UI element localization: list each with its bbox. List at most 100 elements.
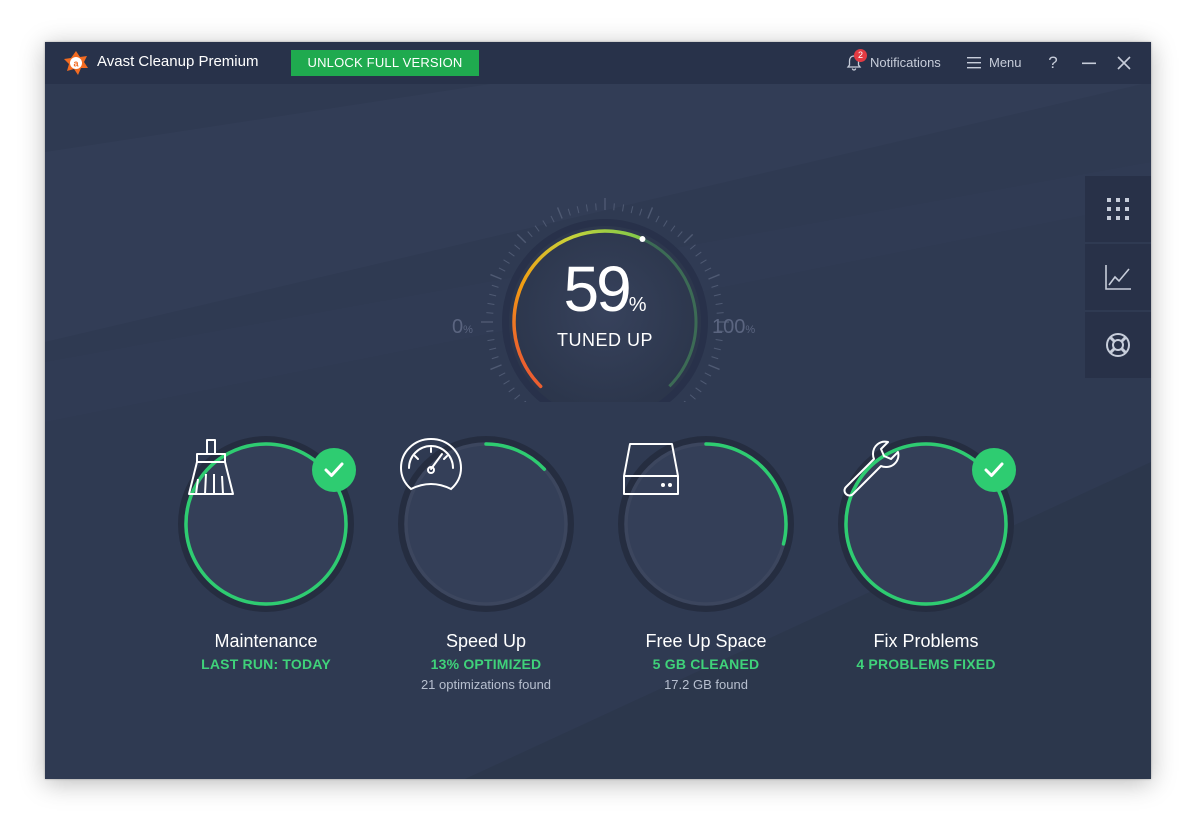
gauge-tick [487, 302, 495, 305]
minimize-icon [1082, 62, 1096, 65]
gauge-tick [695, 387, 702, 393]
hamburger-icon [967, 57, 981, 69]
gauge-tick [683, 233, 694, 244]
gauge-tick [713, 293, 721, 297]
avast-logo-icon: a [64, 51, 88, 75]
gauge-tick [715, 302, 723, 305]
card-detail: 17.2 GB found [664, 677, 748, 692]
gauge-tick [491, 284, 499, 288]
completed-check-badge [312, 448, 356, 492]
gauge-tick [647, 207, 654, 219]
gauge-tick [514, 244, 521, 250]
card-maintenance[interactable]: Maintenance LAST RUN: TODAY [156, 434, 376, 704]
card-status: 4 PROBLEMS FIXED [856, 656, 996, 672]
gauge-tick [630, 206, 634, 214]
gauge-tick [689, 244, 696, 250]
gauge-min-value: 0 [452, 316, 464, 338]
minimize-button[interactable] [1077, 51, 1101, 75]
gauge-tick [524, 400, 527, 402]
gauge-value: 59% [540, 254, 670, 340]
gauge-tick [508, 251, 515, 257]
gauge-tick [498, 372, 506, 377]
card-fix-problems[interactable]: Fix Problems 4 PROBLEMS FIXED [816, 434, 1036, 704]
gauge-tick [704, 372, 712, 377]
gauge-tick [534, 225, 540, 232]
gauge-tick [713, 347, 721, 351]
card-status: LAST RUN: TODAY [201, 656, 331, 672]
gauge-tick [655, 215, 660, 223]
gauge-unit: % [628, 294, 647, 316]
gauge-tick [490, 364, 502, 371]
card-title: Fix Problems [873, 631, 979, 651]
card-circle [616, 434, 796, 614]
gauge-tick [576, 206, 580, 214]
tuning-gauge: 59% TUNED UP 0% 100% [440, 162, 770, 402]
close-button[interactable] [1112, 51, 1136, 75]
grid-icon [1107, 198, 1129, 220]
gauge-tick [514, 394, 521, 400]
gauge-tick [503, 380, 510, 385]
card-status: 5 GB CLEANED [652, 656, 760, 672]
gauge-tick [708, 273, 720, 280]
unlock-full-version-button[interactable]: UNLOCK FULL VERSION [291, 50, 479, 76]
gauge-indicator-dot [639, 236, 646, 243]
gauge-tick [663, 220, 668, 227]
gauge-tick [670, 225, 676, 232]
gauge-max-unit: % [745, 324, 756, 336]
card-speed-up[interactable]: Speed Up 13% OPTIMIZED 21 optimizations … [376, 434, 596, 704]
gauge-tick [704, 267, 712, 272]
check-icon [984, 462, 1004, 477]
gauge-max-value: 100 [712, 316, 746, 338]
card-circle [396, 434, 576, 614]
gauge-label: TUNED UP [556, 330, 653, 350]
gauge-min-unit: % [463, 324, 473, 336]
card-detail: 21 optimizations found [420, 677, 552, 692]
gauge-tick [516, 233, 527, 244]
gauge-tick [486, 330, 494, 332]
gauge-max-label: 100% [712, 316, 755, 339]
gauge-tick [711, 356, 719, 360]
title-bar: a Avast Cleanup Premium UNLOCK FULL VERS… [45, 42, 1151, 84]
gauge-tick [622, 204, 625, 212]
gauge-tick [503, 259, 510, 264]
menu-label: Menu [989, 55, 1022, 70]
check-icon [324, 462, 344, 477]
side-button-help[interactable] [1085, 312, 1151, 378]
gauge-tick [715, 339, 723, 342]
gauge-tick [613, 203, 615, 211]
wrench-icon [843, 440, 900, 497]
speedometer-icon [399, 437, 463, 491]
app-title: Avast Cleanup Premium [97, 53, 259, 70]
card-title: Maintenance [214, 631, 318, 651]
hard-drive-icon [623, 443, 679, 495]
gauge-tick [716, 312, 724, 314]
gauge-tick [491, 356, 499, 360]
gauge-tick [508, 387, 515, 393]
gauge-tick [556, 207, 563, 219]
side-button-apps[interactable] [1085, 176, 1151, 242]
gauge-tick [498, 267, 506, 272]
gauge-tick [550, 215, 555, 223]
gauge-tick [595, 203, 597, 211]
gauge-tick [489, 347, 497, 351]
card-title: Speed Up [445, 631, 527, 651]
gauge-tick [711, 284, 719, 288]
notifications-label: Notifications [870, 55, 941, 70]
chart-icon [1105, 265, 1131, 290]
gauge-tick [695, 251, 702, 257]
completed-check-badge [972, 448, 1016, 492]
help-button[interactable]: ? [1041, 51, 1065, 75]
gauge-tick [567, 208, 571, 216]
gauge-tick [487, 339, 495, 342]
app-window: a Avast Cleanup Premium UNLOCK FULL VERS… [45, 42, 1151, 779]
side-button-stats[interactable] [1085, 244, 1151, 310]
gauge-tick [689, 394, 696, 400]
gauge-min-label: 0% [452, 316, 473, 339]
card-status: 13% OPTIMIZED [430, 656, 542, 672]
broom-icon [188, 439, 234, 495]
gauge-tick [486, 312, 494, 314]
gauge-number: 59 [563, 253, 632, 325]
gauge-tick [639, 208, 643, 216]
card-free-up-space[interactable]: Free Up Space 5 GB CLEANED 17.2 GB found [596, 434, 816, 704]
gauge-tick [489, 293, 497, 297]
